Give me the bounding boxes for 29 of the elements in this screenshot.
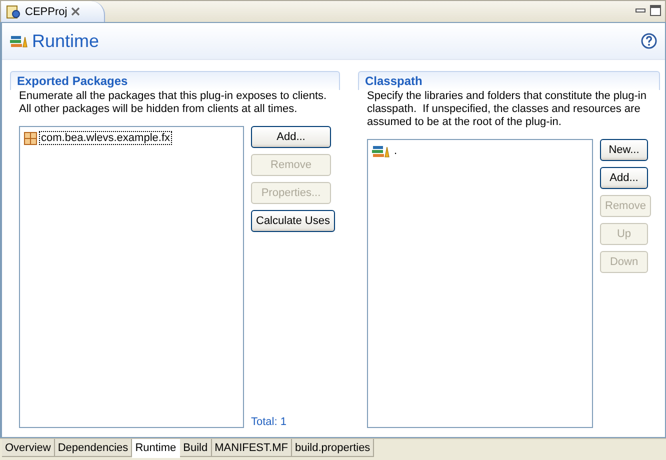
- action-button[interactable]: New...: [600, 139, 648, 161]
- total-count: Total: 1: [251, 416, 288, 428]
- action-button[interactable]: Add...: [600, 167, 648, 189]
- maximize-icon[interactable]: [650, 5, 661, 16]
- list-item[interactable]: com.bea.wlevs.example.fx: [39, 131, 172, 145]
- page-tab[interactable]: Overview: [2, 439, 55, 457]
- page-tab[interactable]: MANIFEST.MF: [212, 439, 292, 457]
- help-icon[interactable]: [641, 33, 657, 49]
- action-button[interactable]: Add...: [251, 126, 331, 148]
- library-books-icon: [10, 34, 28, 48]
- package-icon: [24, 132, 37, 144]
- plugin-icon: [5, 4, 21, 20]
- editor-tab-title: CEPProj: [25, 6, 68, 18]
- page-tab[interactable]: Runtime: [132, 439, 180, 458]
- list-box[interactable]: .: [367, 139, 593, 428]
- action-button[interactable]: Calculate Uses: [251, 210, 335, 232]
- page-tab[interactable]: build.properties: [292, 439, 374, 457]
- list-item[interactable]: .: [392, 144, 400, 158]
- page-tab[interactable]: Build: [180, 439, 212, 457]
- section-description: Specify the libraries and folders that constitute the plug-in classpath. If unspecified, the classes and resources are assumed to be at the root of the plug-in.: [366, 90, 648, 129]
- editor-tab[interactable]: CEPProj: [1, 1, 106, 22]
- close-icon[interactable]: [71, 7, 80, 16]
- page-title: Runtime: [32, 30, 100, 52]
- page-tab[interactable]: Dependencies: [54, 439, 132, 457]
- section-title: Classpath: [365, 74, 422, 88]
- section-description: Enumerate all the packages that this plug-in exposes to clients. All other packages will be hidden from clients at all times.: [18, 90, 328, 116]
- library-books-icon: [372, 144, 390, 158]
- list-box[interactable]: com.bea.wlevs.example.fx: [19, 126, 244, 428]
- section-title: Exported Packages: [17, 74, 128, 88]
